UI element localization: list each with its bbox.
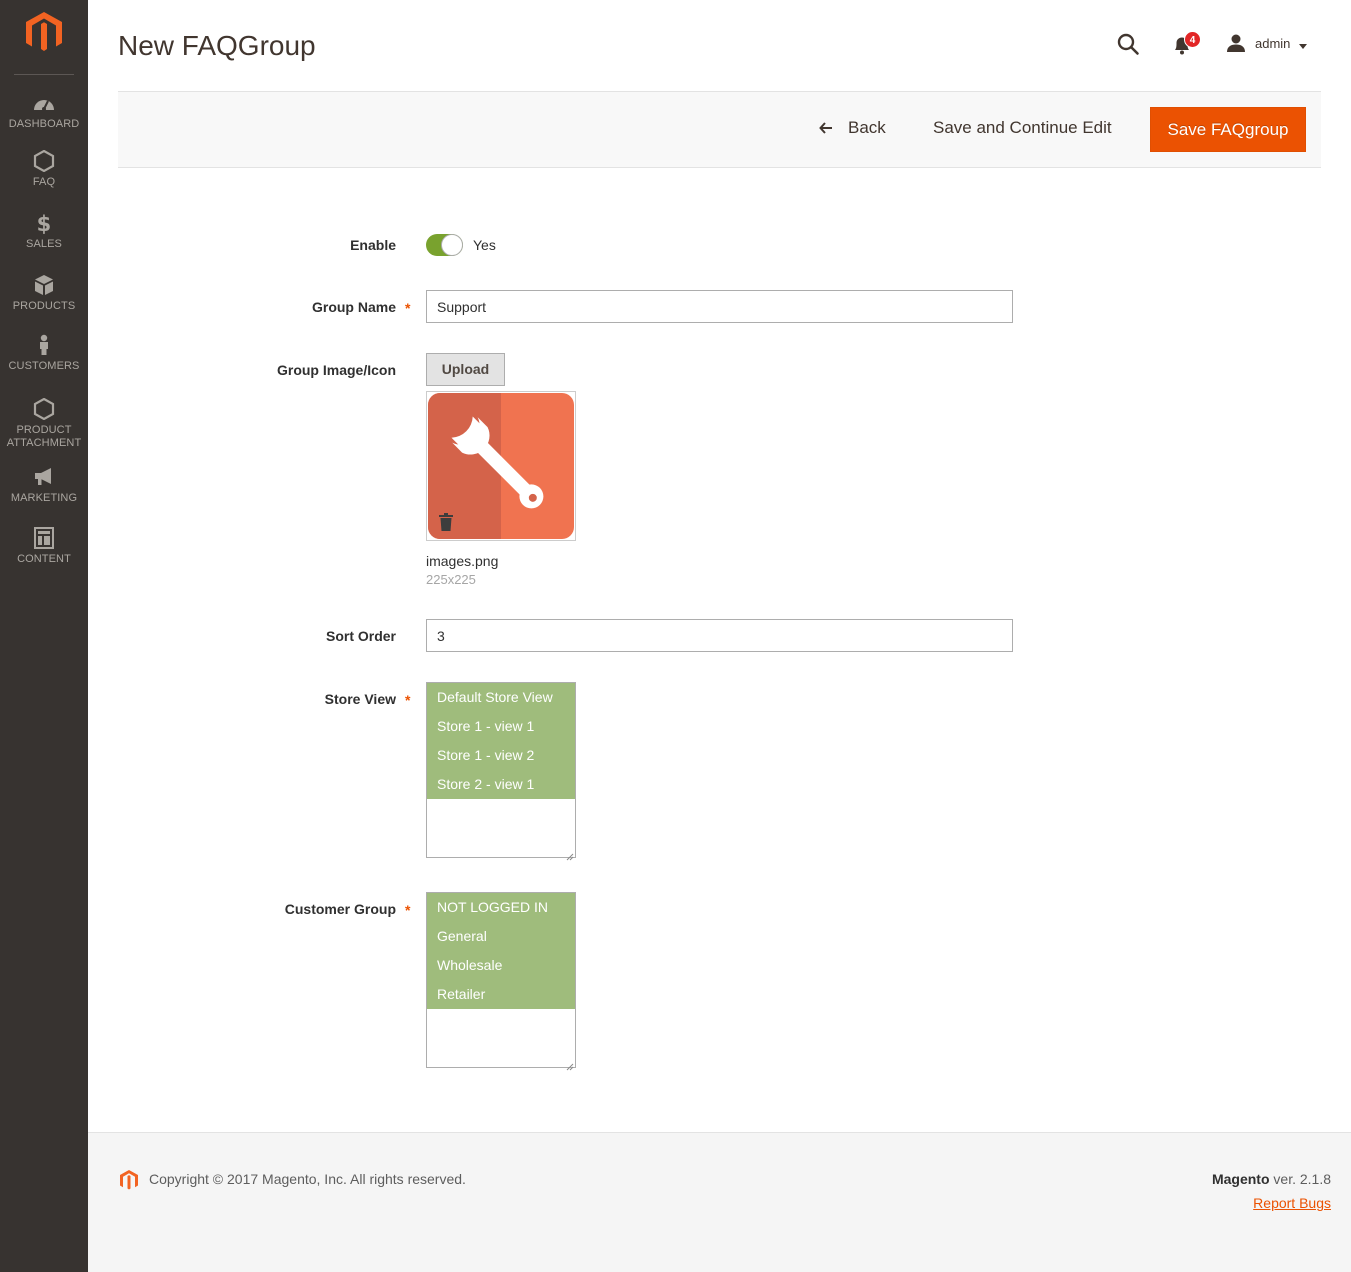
- sidebar-item-faq[interactable]: FAQ: [0, 149, 88, 189]
- image-file-dimensions: 225x225: [426, 572, 476, 587]
- sidebar-item-product-attachment[interactable]: Product Attachment: [0, 397, 88, 450]
- store-view-option[interactable]: Store 2 - view 1: [427, 770, 575, 799]
- back-button[interactable]: Back: [818, 118, 886, 138]
- required-marker: *: [405, 692, 411, 708]
- customer-group-multiselect[interactable]: NOT LOGGED IN General Wholesale Retailer: [426, 892, 576, 1071]
- required-marker: *: [405, 902, 411, 918]
- person-icon: [32, 334, 56, 356]
- enable-label: Enable: [350, 237, 396, 253]
- upload-button[interactable]: Upload: [426, 353, 505, 386]
- user-name: admin: [1255, 35, 1291, 51]
- page-title: New FAQGroup: [118, 30, 316, 61]
- admin-sidebar: Dashboard FAQ $ Sales Products Customers…: [0, 0, 88, 1272]
- cube-icon: [32, 274, 56, 296]
- enable-value-text: Yes: [473, 237, 496, 253]
- sidebar-item-customers[interactable]: Customers: [0, 334, 88, 373]
- version-number: ver. 2.1.8: [1269, 1171, 1331, 1187]
- required-marker: *: [405, 300, 411, 316]
- group-name-label: Group Name: [311, 299, 396, 315]
- sidebar-item-marketing[interactable]: Marketing: [0, 466, 88, 505]
- customer-group-option[interactable]: Retailer: [427, 980, 575, 1009]
- copyright-text: Copyright © 2017 Magento, Inc. All right…: [149, 1171, 466, 1187]
- resize-handle-icon[interactable]: [566, 1058, 574, 1071]
- logo-divider: [14, 74, 74, 75]
- sort-order-input[interactable]: [426, 619, 1013, 652]
- hexagon-icon: [32, 149, 56, 173]
- notifications-count-badge[interactable]: 4: [1184, 31, 1201, 48]
- customer-group-option[interactable]: NOT LOGGED IN: [427, 893, 575, 922]
- image-file-name: images.png: [426, 553, 499, 569]
- sidebar-item-content[interactable]: Content: [0, 527, 88, 566]
- group-image-label: Group Image/Icon: [276, 362, 396, 378]
- save-faqgroup-button[interactable]: Save FAQgroup: [1150, 107, 1306, 152]
- arrow-left-icon: [818, 120, 834, 136]
- dollar-icon: $: [32, 212, 56, 236]
- customer-group-option[interactable]: Wholesale: [427, 951, 575, 980]
- sidebar-item-dashboard[interactable]: Dashboard: [0, 92, 88, 131]
- report-bugs-link[interactable]: Report Bugs: [1253, 1195, 1331, 1211]
- back-button-label: Back: [848, 118, 886, 137]
- customer-group-option[interactable]: General: [427, 922, 575, 951]
- chevron-down-icon: [1298, 38, 1308, 49]
- store-view-option[interactable]: Store 1 - view 1: [427, 712, 575, 741]
- page-footer: Copyright © 2017 Magento, Inc. All right…: [88, 1132, 1351, 1272]
- store-view-option[interactable]: Default Store View: [427, 683, 575, 712]
- svg-text:$: $: [37, 212, 52, 234]
- store-view-label: Store View: [324, 691, 396, 707]
- layout-icon: [32, 527, 56, 549]
- brand-name: Magento: [1211, 1171, 1270, 1187]
- toggle-knob: [441, 234, 463, 256]
- megaphone-icon: [32, 466, 56, 488]
- magento-logo-icon[interactable]: [22, 10, 66, 54]
- save-and-continue-button[interactable]: Save and Continue Edit: [933, 118, 1112, 138]
- store-view-multiselect[interactable]: Default Store View Store 1 - view 1 Stor…: [426, 682, 576, 861]
- user-avatar-icon: [1226, 33, 1246, 53]
- sidebar-item-products[interactable]: Products: [0, 274, 88, 313]
- trash-icon[interactable]: [438, 513, 454, 531]
- sidebar-item-sales[interactable]: $ Sales: [0, 212, 88, 251]
- group-name-input[interactable]: [426, 290, 1013, 323]
- sort-order-label: Sort Order: [325, 628, 396, 644]
- page-actions-bar: Back Save and Continue Edit Save FAQgrou…: [118, 91, 1321, 168]
- user-menu[interactable]: admin: [1226, 32, 1308, 54]
- version-text: Magento ver. 2.1.8: [1212, 1171, 1331, 1187]
- enable-toggle[interactable]: [426, 234, 463, 256]
- dashboard-icon: [32, 92, 56, 114]
- customer-group-label: Customer Group: [284, 901, 396, 917]
- store-view-option[interactable]: Store 1 - view 2: [427, 741, 575, 770]
- magento-footer-logo-icon: [118, 1169, 140, 1191]
- search-icon[interactable]: [1116, 32, 1140, 56]
- hexagon-icon: [32, 397, 56, 421]
- resize-handle-icon[interactable]: [566, 848, 574, 861]
